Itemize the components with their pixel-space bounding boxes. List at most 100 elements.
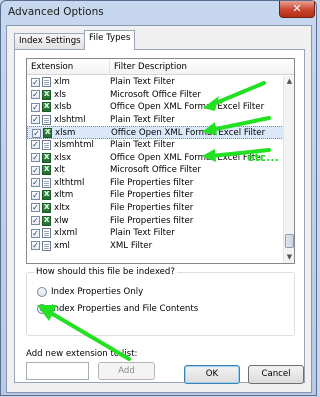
file-type-row[interactable]: ✓ xlshtml Plain Text Filter [27, 114, 284, 127]
close-button[interactable]: ✕ [279, 1, 315, 18]
file-type-row[interactable]: ✓ xml XML Filter [27, 240, 284, 253]
extension-cell: xlsm [55, 128, 76, 139]
file-type-row[interactable]: ✓ xltx File Properties filter [27, 202, 284, 215]
filter-description-cell: XML Filter [110, 240, 153, 251]
ok-button[interactable]: OK [184, 365, 240, 384]
excel-file-icon [42, 202, 51, 213]
filter-description-cell: Microsoft Office Filter [110, 89, 201, 100]
extension-cell: xlshtml [54, 114, 86, 125]
file-type-row[interactable]: ✓ xls Microsoft Office Filter [27, 89, 284, 102]
dialog-body: Index Settings File Types Extension Filt… [6, 25, 312, 393]
excel-file-icon [42, 89, 51, 100]
add-extension-input[interactable] [26, 362, 89, 380]
scroll-down-icon[interactable]: ▼ [284, 252, 294, 263]
file-types-panel: Extension Filter Description ✓ xlm Plain T… [14, 49, 305, 383]
filter-description-cell: Plain Text Filter [110, 228, 175, 239]
extension-cell: xlsb [54, 102, 72, 113]
extension-cell: xlw [54, 215, 69, 226]
radio-label: Index Properties Only [51, 287, 144, 297]
radio-label: Index Properties and File Contents [51, 304, 199, 314]
include-checkbox[interactable]: ✓ [31, 165, 40, 175]
close-icon: ✕ [292, 2, 302, 15]
generic-file-icon [42, 77, 51, 87]
extension-cell: xltm [54, 190, 74, 201]
add-button[interactable]: Add [98, 362, 155, 380]
excel-file-icon [42, 190, 51, 201]
excel-file-icon [43, 128, 52, 139]
generic-file-icon [42, 228, 51, 239]
generic-file-icon [42, 177, 51, 188]
include-checkbox[interactable]: ✓ [31, 190, 40, 200]
indexing-question: How should this file be indexed? [34, 267, 177, 277]
file-type-row[interactable]: ✓ xlxml Plain Text Filter [27, 227, 284, 240]
include-checkbox[interactable]: ✓ [31, 102, 40, 112]
file-type-row[interactable]: ✓ xltm File Properties filter [27, 189, 284, 202]
indexing-options-group: How should this file be indexed? Index P… [26, 267, 295, 336]
extension-cell: xlthtml [54, 177, 85, 188]
scroll-thumb[interactable] [285, 234, 294, 248]
radio-button[interactable] [37, 287, 47, 297]
file-type-row[interactable]: ✓ xlsb Office Open XML Format Excel Filter [27, 101, 284, 114]
extension-cell: xltx [54, 202, 70, 213]
tab-file-types[interactable]: File Types [84, 30, 136, 50]
extension-cell: xlxml [54, 228, 78, 239]
file-type-row[interactable]: ✓ xlm Plain Text Filter [27, 76, 284, 89]
filter-description-cell: Plain Text Filter [110, 139, 175, 150]
title-bar: Advanced Options ✕ [1, 1, 316, 25]
file-type-row[interactable]: ✓ xlsx Office Open XML Format Excel Filter [27, 152, 284, 165]
filter-description-cell: File Properties filter [110, 177, 194, 188]
filter-description-cell: Office Open XML Format Excel Filter [111, 128, 266, 139]
file-type-row[interactable]: ✓ xlsmhtml Plain Text Filter [27, 139, 284, 152]
filter-description-cell: Office Open XML Format Excel Filter [110, 152, 265, 163]
filter-description-cell: Office Open XML Format Excel Filter [110, 102, 265, 113]
filter-description-cell: File Properties filter [110, 190, 194, 201]
add-extension-label: Add new extension to list: [26, 349, 138, 359]
filter-description-cell: Plain Text Filter [110, 77, 175, 87]
file-type-row[interactable]: ✓ xlt Microsoft Office Filter [27, 164, 284, 177]
include-checkbox[interactable]: ✓ [31, 90, 40, 100]
file-type-row[interactable]: ✓ xlthtml File Properties filter [27, 177, 284, 190]
generic-file-icon [42, 139, 51, 150]
cancel-button[interactable]: Cancel [248, 365, 304, 384]
extension-cell: xlsmhtml [54, 139, 94, 150]
filter-description-cell: File Properties filter [110, 202, 194, 213]
tab-index-settings[interactable]: Index Settings [14, 33, 86, 49]
column-header-extension[interactable]: Extension [31, 62, 73, 72]
extension-cell: xml [54, 240, 70, 251]
filter-description-cell: Plain Text Filter [110, 114, 175, 125]
generic-file-icon [42, 114, 51, 125]
include-checkbox[interactable]: ✓ [31, 203, 40, 213]
excel-file-icon [42, 215, 51, 226]
extension-cell: xlt [54, 165, 65, 176]
filter-description-cell: Microsoft Office Filter [110, 165, 201, 176]
filter-description-cell: File Properties filter [110, 215, 194, 226]
advanced-options-dialog: Advanced Options ✕ Index Settings File T… [0, 0, 317, 396]
column-header-filter-description[interactable]: Filter Description [114, 62, 187, 72]
file-type-rows: ✓ xlm Plain Text Filter ✓ xls Microsoft Offic… [27, 76, 284, 252]
include-checkbox[interactable]: ✓ [31, 153, 40, 163]
extension-cell: xlsx [54, 152, 72, 163]
radio-button-selected[interactable] [37, 304, 47, 314]
include-checkbox[interactable]: ✓ [31, 216, 40, 226]
include-checkbox[interactable]: ✓ [31, 115, 40, 125]
include-checkbox[interactable]: ✓ [32, 128, 41, 138]
excel-file-icon [42, 165, 51, 176]
window-title: Advanced Options [8, 6, 104, 18]
include-checkbox[interactable]: ✓ [31, 140, 40, 150]
list-header: Extension Filter Description [27, 59, 294, 75]
include-checkbox[interactable]: ✓ [31, 178, 40, 188]
vertical-scrollbar[interactable]: ▲ ▼ [283, 76, 294, 263]
include-checkbox[interactable]: ✓ [31, 77, 40, 87]
annotation-etc-text: etc... [247, 151, 279, 164]
include-checkbox[interactable]: ✓ [31, 228, 40, 238]
generic-file-icon [42, 240, 51, 251]
file-type-row[interactable]: ✓ xlw File Properties filter [27, 215, 284, 228]
scroll-up-icon[interactable]: ▲ [284, 76, 294, 87]
column-divider[interactable] [109, 59, 110, 75]
extension-cell: xls [54, 89, 66, 100]
excel-file-icon [42, 102, 51, 113]
excel-file-icon [42, 152, 51, 163]
include-checkbox[interactable]: ✓ [31, 241, 40, 251]
file-type-row[interactable]: ✓ xlsm Office Open XML Format Excel Filter [27, 126, 284, 139]
extension-cell: xlm [54, 77, 70, 87]
